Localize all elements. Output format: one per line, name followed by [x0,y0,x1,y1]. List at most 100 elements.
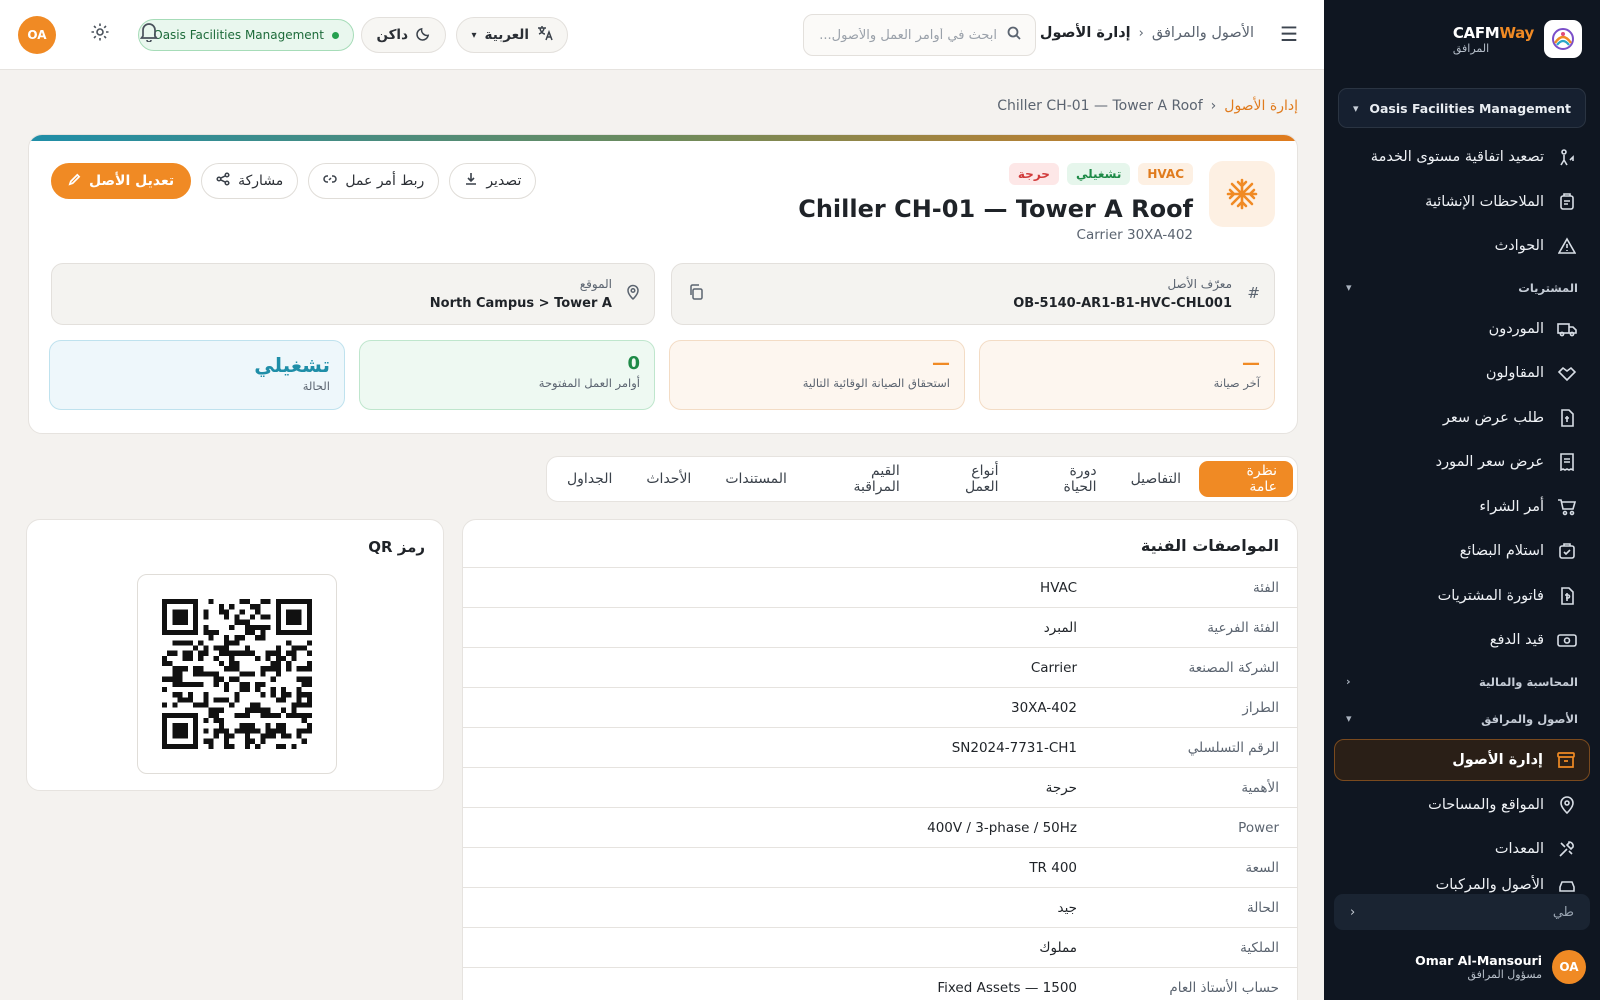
table-row: الرقم التسلسلي SN2024-7731-CH1 [463,728,1297,768]
menu-icon[interactable]: ☰ [1280,22,1298,46]
table-row: الفئة الفرعية المبرد [463,608,1297,648]
map-pin-icon [626,284,640,304]
receipt-icon [1556,451,1578,473]
global-search[interactable] [803,14,1036,56]
tab-schedules[interactable]: الجداول [551,461,628,497]
handshake-icon [1556,362,1578,384]
link-icon [323,172,337,190]
tab-overview[interactable]: نظرة عامة [1199,461,1293,497]
search-input[interactable] [818,27,997,43]
sidebar-collapse-button[interactable]: طي ‹ [1334,894,1590,930]
sidebar-item-purchase-invoice[interactable]: فاتورة المشتريات [1324,574,1600,619]
sidebar-item-label: الموردون [1488,320,1544,337]
chevron-left-icon: ‹ [1138,25,1144,41]
table-row: الحالة جيد [463,888,1297,928]
asset-location-box: الموقع North Campus > Tower A [51,263,655,325]
chevron-left-icon: ‹ [1210,98,1217,114]
sidebar-item-sla-escalation[interactable]: تصعيد اتفاقية مستوى الخدمة [1324,135,1600,180]
pencil-icon [68,173,81,190]
sidebar-item-suppliers[interactable]: الموردون [1324,307,1600,352]
user-role: مسؤول المرافق [1467,968,1542,981]
download-icon [464,172,478,190]
avatar[interactable]: OA [18,16,56,54]
package-icon [1556,540,1578,562]
truck-icon [1556,318,1578,340]
sidebar-item-label: الحوادث [1494,238,1544,255]
theme-toggle[interactable]: داكن [361,17,446,53]
avatar: OA [1552,950,1586,984]
organization-select[interactable]: Oasis Facilities Management ▾ [1338,88,1586,128]
tab-details[interactable]: التفاصيل [1115,461,1197,497]
export-button[interactable]: تصدير [449,163,537,199]
brand-subtitle: المرافق [1452,41,1490,55]
tab-monitored-values[interactable]: القيم المراقبة [805,461,916,497]
sidebar-item-label: المعدات [1494,841,1544,858]
specs-title: المواصفات الفنية [463,520,1297,568]
moon-icon [416,26,431,45]
sidebar-item-label: الأصول والمركبات [1435,876,1544,893]
table-row: Power 400V / 3-phase / 50Hz [463,808,1297,848]
tab-documents[interactable]: المستندات [709,461,803,497]
breadcrumb: الأصول والمرافق ‹ إدارة الأصول [1040,25,1254,41]
cart-icon [1556,496,1578,518]
asset-model: Carrier 30XA-402 [1076,227,1193,243]
sidebar-section-procurement[interactable]: المشتريات ▾ [1324,269,1600,307]
tab-work-types[interactable]: أنواع العمل [918,461,1015,497]
tools-icon [1556,838,1578,860]
translate-icon [537,25,553,45]
snowflake-icon [1209,161,1275,227]
qr-title: رمز QR [368,538,425,556]
stat-open-work-orders: 0 أوامر العمل المفتوحة [359,340,655,410]
sidebar-item-contractors[interactable]: المقاولون [1324,351,1600,396]
topbar: ☰ الأصول والمرافق ‹ إدارة الأصول العربية… [0,0,1324,70]
page-breadcrumb: إدارة الأصول ‹ Chiller CH-01 — Tower A R… [997,98,1298,114]
sidebar-item-equipment[interactable]: المعدات [1324,827,1600,872]
gear-icon[interactable] [90,22,110,47]
asset-actions: تعديل الأصل مشاركة ربط أمر عمل تصدير [51,163,537,199]
location-value: North Campus > Tower A [429,296,612,311]
sidebar-user[interactable]: OA Omar Al-Mansouri مسؤول المرافق [1415,950,1586,984]
sidebar-section-assets[interactable]: الأصول والمرافق ▾ [1324,701,1600,737]
gradient-bar [29,135,1297,141]
tab-events[interactable]: الأحداث [630,461,707,497]
share-icon [216,172,230,190]
tab-lifecycle[interactable]: دورة الحياة [1017,461,1113,497]
breadcrumb-parent[interactable]: الأصول والمرافق [1152,25,1254,41]
sidebar-item-goods-receipt[interactable]: استلام البضائع [1324,529,1600,574]
asset-badges: HVAC تشغيلي حرجة [1008,163,1193,185]
sidebar-item-rfq[interactable]: طلب عرض سعر [1324,396,1600,441]
chevron-down-icon: ▾ [1346,281,1352,294]
user-name: Omar Al-Mansouri [1415,953,1542,968]
link-work-order-button[interactable]: ربط أمر عمل [308,163,440,199]
copy-icon[interactable] [688,284,704,304]
sidebar-item-incidents[interactable]: الحوادث [1324,224,1600,269]
language-label: العربية [484,27,529,43]
sidebar-item-purchase-order[interactable]: أمر الشراء [1324,485,1600,530]
clipboard-icon [1556,191,1578,213]
organization-label: Oasis Facilities Management [153,28,324,42]
bell-icon[interactable] [139,22,159,47]
brand[interactable]: CAFMWay المرافق [1453,20,1582,58]
sidebar-item-locations[interactable]: المواقع والمساحات [1324,783,1600,828]
sidebar-item-construction-notes[interactable]: الملاحظات الإنشائية [1324,180,1600,225]
location-label: الموقع [579,277,612,291]
caret-down-icon: ▾ [471,29,477,41]
warning-icon [1556,235,1578,257]
table-row: الطراز 30XA-402 [463,688,1297,728]
share-button[interactable]: مشاركة [201,163,299,199]
breadcrumb-link-assets[interactable]: إدارة الأصول [1224,98,1298,114]
edit-asset-button[interactable]: تعديل الأصل [51,163,192,199]
sidebar-item-label: طلب عرض سعر [1442,409,1544,426]
asset-tabs: نظرة عامة التفاصيل دورة الحياة أنواع الع… [546,456,1298,502]
sidebar-item-payment-entry[interactable]: قيد الدفع [1324,618,1600,663]
table-row: الملكية مملوك [463,928,1297,968]
table-row: السعة TR 400 [463,848,1297,888]
payment-icon [1556,629,1578,651]
stat-status: تشغيلي الحالة [49,340,345,410]
language-select[interactable]: العربية ▾ [456,17,568,53]
sidebar-section-finance[interactable]: المحاسبة والمالية ‹ [1324,663,1600,701]
sidebar-item-label: استلام البضائع [1459,543,1544,560]
sidebar-item-asset-management[interactable]: إدارة الأصول [1334,738,1590,781]
sidebar-item-supplier-quote[interactable]: عرض سعر المورد [1324,440,1600,485]
qr-code-frame[interactable] [137,574,337,774]
